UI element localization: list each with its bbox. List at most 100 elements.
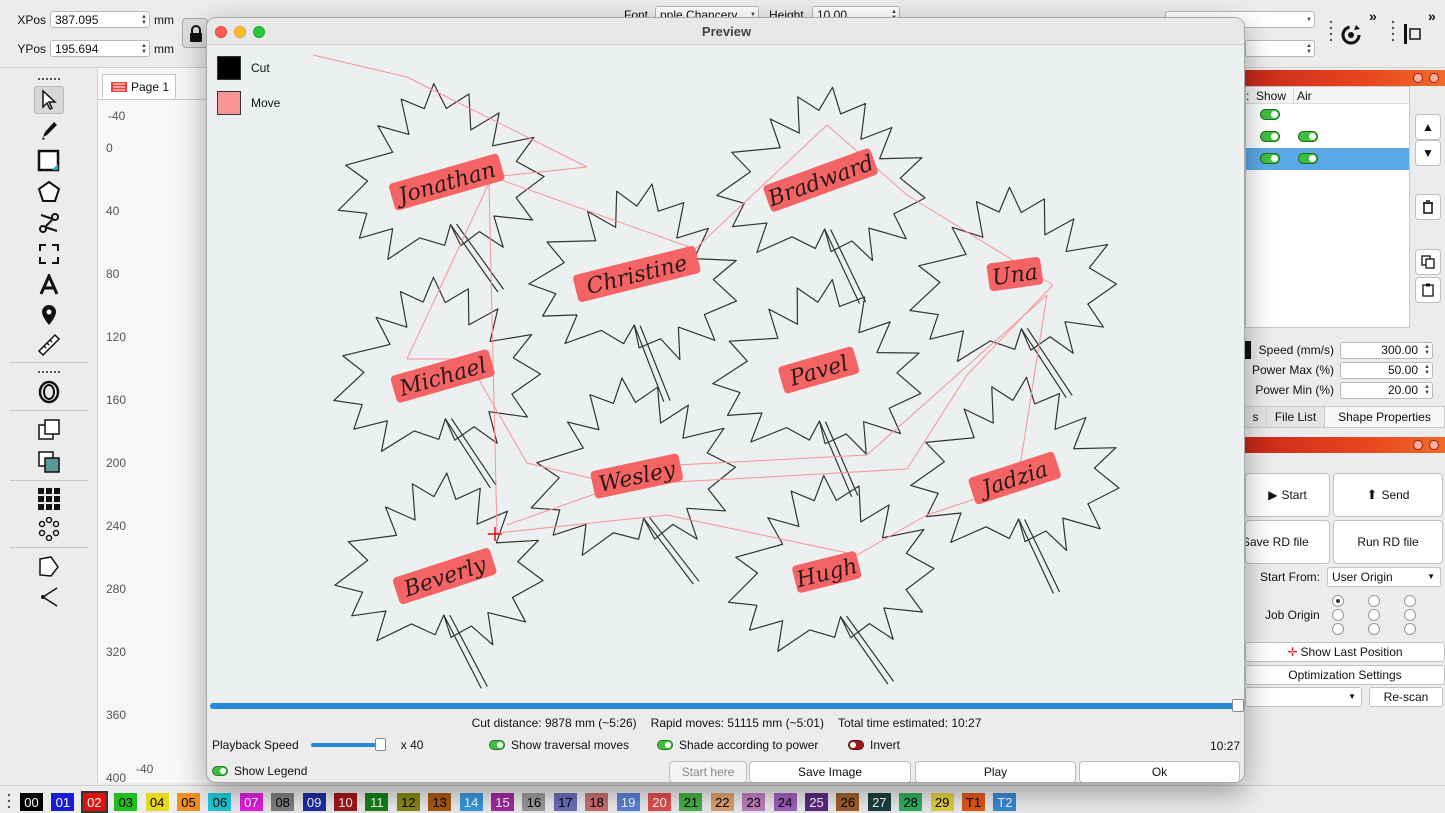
layer-row[interactable] — [1246, 126, 1409, 148]
shade-power-toggle[interactable] — [657, 740, 673, 750]
job-origin-radio[interactable] — [1368, 623, 1380, 635]
show-traversal-option[interactable]: Show traversal moves — [489, 738, 629, 752]
polygon-tool[interactable] — [34, 178, 64, 206]
distribute-icon[interactable] — [1402, 22, 1424, 49]
palette-color-18[interactable]: 18 — [585, 793, 609, 811]
spin-arrows-icon[interactable]: ▲▼ — [1422, 344, 1432, 356]
palette-color-23[interactable]: 23 — [742, 793, 766, 811]
spin-arrows-icon[interactable]: ▲▼ — [1422, 364, 1432, 376]
paste-layer-button[interactable] — [1415, 277, 1441, 303]
palette-color-12[interactable]: 12 — [396, 793, 420, 811]
palette-color-26[interactable]: 26 — [836, 793, 860, 811]
layer-row-selected[interactable] — [1246, 148, 1409, 170]
tab-file-list[interactable]: File List — [1267, 407, 1325, 427]
grip-handle-icon[interactable] — [1328, 18, 1334, 51]
rotate-icon[interactable] — [1338, 22, 1364, 51]
shade-power-option[interactable]: Shade according to power — [657, 738, 818, 752]
text-tool[interactable] — [34, 271, 64, 299]
job-origin-radio[interactable] — [1332, 609, 1344, 621]
palette-color-15[interactable]: 15 — [491, 793, 514, 811]
boolean-union-tool[interactable] — [34, 416, 64, 444]
spin-arrows-icon[interactable]: ▲▼ — [1422, 384, 1432, 396]
start-here-button[interactable]: Start here — [669, 761, 747, 782]
palette-color-25[interactable]: 25 — [805, 793, 828, 811]
send-button[interactable]: ⬆ Send — [1333, 473, 1443, 517]
palette-color-20[interactable]: 20 — [648, 793, 671, 811]
rectangle-tool[interactable] — [34, 147, 64, 175]
palette-color-21[interactable]: 21 — [679, 793, 703, 811]
spacing-input[interactable]: ▲ ▼ — [1245, 40, 1315, 57]
palette-color-29[interactable]: 29 — [930, 793, 954, 811]
slider-thumb[interactable] — [375, 738, 387, 751]
job-origin-radio[interactable] — [1332, 595, 1344, 607]
palette-color-03[interactable]: 03 — [114, 793, 138, 811]
speed-input[interactable]: 300.00 ▲ ▼ — [1340, 341, 1433, 359]
delete-layer-button[interactable] — [1415, 194, 1441, 220]
measure-tool[interactable] — [34, 331, 64, 359]
grip-handle-icon[interactable] — [1390, 18, 1396, 51]
circular-array-tool[interactable] — [34, 515, 64, 543]
ok-button[interactable]: Ok — [1079, 761, 1240, 782]
save-rd-file-button[interactable]: Save RD file — [1245, 520, 1330, 564]
palette-color-05[interactable]: 05 — [177, 793, 200, 811]
palette-color-11[interactable]: 11 — [365, 793, 389, 811]
offset-tool[interactable] — [34, 378, 64, 406]
copy-layer-button[interactable] — [1415, 249, 1441, 275]
power-max-input[interactable]: 50.00 ▲ ▼ — [1340, 361, 1433, 379]
job-origin-radio[interactable] — [1368, 595, 1380, 607]
frame-tool[interactable] — [34, 240, 64, 268]
grid-array-tool[interactable] — [34, 485, 64, 513]
air-toggle[interactable] — [1298, 131, 1318, 142]
xpos-input[interactable]: 387.095 ▲ ▼ — [50, 11, 150, 28]
job-origin-radio[interactable] — [1368, 609, 1380, 621]
palette-color-04[interactable]: 04 — [145, 793, 169, 811]
play-button[interactable]: Play — [915, 761, 1076, 782]
preview-canvas[interactable]: Jonathan Bradward Christine Una Michael Pavel… — [207, 45, 1244, 700]
palette-color-01[interactable]: 01 — [51, 793, 75, 811]
palette-color-17[interactable]: 17 — [553, 793, 577, 811]
move-layer-up-button[interactable]: ▲ — [1415, 114, 1441, 140]
job-origin-radio[interactable] — [1404, 609, 1416, 621]
position-tool[interactable] — [34, 301, 64, 329]
palette-color-28[interactable]: 28 — [899, 793, 923, 811]
toolbar-grip[interactable] — [38, 78, 60, 80]
palette-color-14[interactable]: 14 — [459, 793, 483, 811]
show-toggle[interactable] — [1260, 131, 1280, 142]
palette-color-19[interactable]: 19 — [616, 793, 640, 811]
page-tab[interactable]: Page 1 — [102, 74, 176, 98]
ypos-input[interactable]: 195.694 ▲ ▼ — [50, 40, 150, 57]
run-rd-file-button[interactable]: Run RD file — [1333, 520, 1443, 564]
palette-color-09[interactable]: 09 — [302, 793, 326, 811]
save-image-button[interactable]: Save Image — [749, 761, 911, 782]
panel-float-icon[interactable] — [1413, 440, 1423, 450]
panel-close-icon[interactable] — [1429, 73, 1439, 83]
palette-color-T1[interactable]: T1 — [962, 793, 985, 811]
invert-option[interactable]: Invert — [848, 738, 900, 752]
job-origin-radio[interactable] — [1404, 595, 1416, 607]
palette-grip-icon[interactable] — [6, 792, 12, 813]
panel-float-icon[interactable] — [1413, 73, 1423, 83]
tab-partial[interactable]: s — [1245, 407, 1267, 427]
panel-close-icon[interactable] — [1429, 440, 1439, 450]
show-toggle[interactable] — [1260, 109, 1280, 120]
job-origin-radio[interactable] — [1332, 623, 1344, 635]
palette-color-00[interactable]: 00 — [20, 793, 43, 811]
air-toggle[interactable] — [1298, 153, 1318, 164]
invert-toggle[interactable] — [848, 740, 864, 750]
palette-color-02[interactable]: 02 — [80, 791, 108, 813]
playback-progress-bar[interactable] — [210, 703, 1240, 709]
spin-arrows-icon[interactable]: ▲▼ — [139, 14, 149, 26]
boolean-difference-tool[interactable] — [34, 448, 64, 476]
start-from-select[interactable]: User Origin ▼ — [1327, 567, 1441, 587]
palette-color-16[interactable]: 16 — [522, 793, 546, 811]
power-min-input[interactable]: 20.00 ▲ ▼ — [1340, 381, 1433, 399]
palette-color-24[interactable]: 24 — [773, 793, 797, 811]
start-button[interactable]: ▶ Start — [1245, 473, 1330, 517]
palette-color-06[interactable]: 06 — [208, 793, 232, 811]
optimization-settings-button[interactable]: Optimization Settings — [1245, 665, 1445, 685]
playback-progress-handle[interactable] — [1232, 699, 1244, 712]
overflow-chevron-icon[interactable]: » — [1428, 8, 1436, 24]
draw-tool[interactable] — [34, 116, 64, 144]
select-tool[interactable] — [34, 86, 64, 114]
scissors-tool[interactable] — [34, 209, 64, 237]
